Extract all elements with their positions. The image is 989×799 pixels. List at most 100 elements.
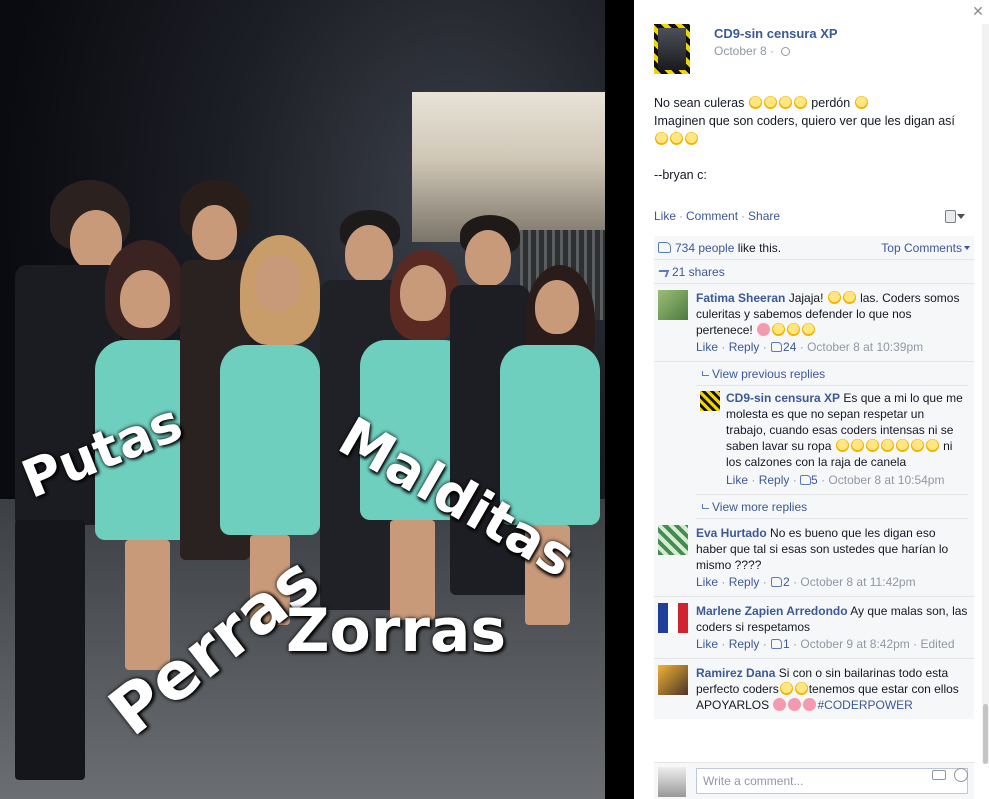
laugh-emoji-icon [842, 291, 856, 304]
post-text: No sean culeras perdón Imaginen que son … [654, 94, 979, 184]
reply-likes-count[interactable]: 5 [811, 473, 818, 487]
relieved-emoji-icon [779, 682, 793, 695]
comment-item: Ramirez Dana Si con o sin bailarinas tod… [654, 659, 974, 719]
hashtag-link[interactable]: #CODERPOWER [817, 698, 912, 712]
thumbs-up-icon [771, 577, 783, 587]
post-actions: Like · Comment · Share [654, 209, 781, 223]
hearts-emoji-icon [803, 698, 817, 711]
comment-meta: Like · Reply · 2 · October 8 at 11:42pm [696, 575, 916, 589]
relieved-emoji-icon [655, 132, 668, 145]
comment-item: Eva Hurtado No es bueno que les digan es… [654, 519, 974, 597]
laugh-emoji-icon [787, 323, 801, 336]
laugh-emoji-icon [793, 96, 807, 109]
scrollbar[interactable] [982, 24, 989, 764]
avatar[interactable] [658, 603, 688, 633]
avatar[interactable] [658, 665, 688, 695]
reply-like-link[interactable]: Like [726, 473, 748, 487]
relieved-emoji-icon [685, 132, 698, 145]
comment-meta: Like · Reply · 24 · October 8 at 10:39pm [696, 340, 924, 354]
likes-count-link[interactable]: 734 people [675, 241, 734, 255]
smiley-icon[interactable] [954, 768, 968, 782]
comment-likes-count[interactable]: 2 [783, 575, 790, 589]
comment-input[interactable]: Write a comment... [696, 768, 968, 794]
laugh-emoji-icon [763, 96, 777, 109]
heart-emoji-icon [757, 323, 771, 336]
relieved-emoji-icon [835, 439, 849, 452]
laugh-emoji-icon [802, 323, 816, 336]
relieved-emoji-icon [670, 132, 683, 145]
avatar[interactable] [658, 767, 686, 797]
hearts-emoji-icon [788, 698, 802, 711]
comment-item: Marlene Zapien Arredondo Ay que malas so… [654, 597, 974, 659]
view-more-replies[interactable]: View more replies [696, 495, 968, 519]
laugh-emoji-icon [772, 323, 786, 336]
shares-summary: 21 shares [654, 260, 974, 284]
comment-author[interactable]: Ramirez Dana [696, 666, 775, 680]
avatar[interactable] [700, 391, 720, 411]
comment-reply-link[interactable]: Reply [729, 340, 760, 354]
comment-author[interactable]: Marlene Zapien Arredondo [696, 604, 848, 618]
top-comments-dropdown[interactable]: Top Comments [881, 241, 970, 255]
page-avatar[interactable] [654, 24, 690, 74]
reply-arrow-icon [702, 371, 709, 376]
replies-thread: View previous replies CD9-sin censura XP… [696, 362, 968, 519]
post-date[interactable]: October 8 [714, 44, 767, 58]
thumbs-up-icon [771, 639, 783, 649]
thumbs-up-icon [658, 242, 671, 253]
reply-item: CD9-sin censura XP Es que a mi lo que me… [696, 386, 968, 495]
hearts-emoji-icon [773, 698, 787, 711]
comment-author[interactable]: Fatima Sheeran [696, 291, 785, 305]
comment-meta: Like · Reply · 1 · October 9 at 8:42pm ·… [696, 637, 955, 651]
scrollbar-thumb[interactable] [983, 704, 988, 764]
reply-time[interactable]: October 8 at 10:54pm [828, 473, 944, 487]
view-previous-replies[interactable]: View previous replies [696, 362, 968, 386]
comment-like-link[interactable]: Like [696, 340, 718, 354]
relieved-emoji-icon [850, 439, 864, 452]
comment-time[interactable]: October 8 at 11:42pm [800, 575, 915, 589]
globe-icon [781, 47, 791, 56]
laugh-emoji-icon [925, 439, 939, 452]
laugh-emoji-icon [778, 96, 792, 109]
post-signature: --bryan c: [654, 168, 707, 182]
comment-reply-link[interactable]: Reply [729, 637, 760, 651]
ufi-panel: 734 people like this. Top Comments 21 sh… [654, 236, 974, 719]
comment-like-link[interactable]: Like [696, 637, 718, 651]
avatar[interactable] [658, 290, 688, 320]
thumbs-up-icon [800, 475, 812, 485]
reply-meta: Like · Reply · 5 · October 8 at 10:54pm [726, 473, 945, 487]
camera-icon[interactable] [932, 770, 946, 780]
share-arrow-icon [656, 270, 670, 277]
comment-reply-link[interactable]: Reply [729, 575, 760, 589]
comment-time[interactable]: October 8 at 10:39pm [807, 340, 923, 354]
comment-likes-count[interactable]: 1 [783, 637, 790, 651]
close-icon[interactable]: ✕ [971, 4, 985, 18]
post-meta: October 8 · [714, 44, 791, 58]
comment-link[interactable]: Comment [686, 209, 738, 223]
likes-summary: 734 people like this. Top Comments [654, 236, 974, 260]
laugh-emoji-icon [910, 439, 924, 452]
chevron-down-icon [964, 246, 970, 250]
avatar[interactable] [658, 525, 688, 555]
thumbs-up-icon [771, 342, 783, 352]
comment-item: Fatima Sheeran Jajaja! las. Coders somos… [654, 284, 974, 362]
comment-author[interactable]: Eva Hurtado [696, 526, 767, 540]
reply-arrow-icon [702, 504, 709, 509]
relieved-emoji-icon [794, 682, 808, 695]
comment-composer: Write a comment... [654, 762, 974, 799]
laugh-emoji-icon [854, 96, 868, 109]
reply-author[interactable]: CD9-sin censura XP [726, 391, 840, 405]
page-name[interactable]: CD9-sin censura XP [714, 26, 838, 41]
laugh-emoji-icon [895, 439, 909, 452]
reply-reply-link[interactable]: Reply [759, 473, 790, 487]
comment-likes-count[interactable]: 24 [783, 340, 796, 354]
photo-gap [605, 0, 634, 799]
relieved-emoji-icon [865, 439, 879, 452]
shares-link[interactable]: 21 shares [672, 265, 725, 279]
post-photo[interactable]: Putas Perras Malditas Zorras [0, 0, 605, 799]
edited-label[interactable]: Edited [920, 637, 954, 651]
share-menu-icon[interactable] [943, 208, 965, 224]
comment-like-link[interactable]: Like [696, 575, 718, 589]
share-link[interactable]: Share [748, 209, 780, 223]
like-link[interactable]: Like [654, 209, 676, 223]
comment-time[interactable]: October 9 at 8:42pm [800, 637, 909, 651]
